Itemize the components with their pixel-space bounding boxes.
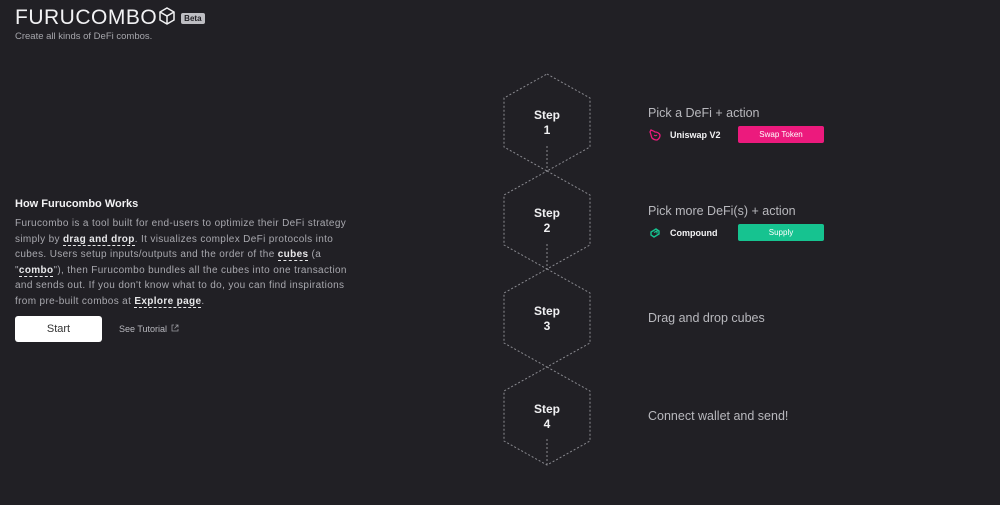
step-2-protocol-row: Compound Supply <box>648 224 824 241</box>
swap-token-button[interactable]: Swap Token <box>738 126 824 143</box>
compound-icon <box>648 226 662 240</box>
step-1-label: Step 1 <box>502 108 592 138</box>
uniswap-protocol-name: Uniswap V2 <box>670 129 721 140</box>
step-3-description: Drag and drop cubes <box>648 311 765 325</box>
step-2-label: Step 2 <box>502 206 592 236</box>
step-1-description: Pick a DeFi + action <box>648 106 760 120</box>
step-word: Step <box>533 304 560 318</box>
step-word: Step <box>533 402 560 416</box>
steps-cubes-diagram <box>503 73 591 466</box>
uniswap-unicorn-icon <box>648 128 662 142</box>
supply-button[interactable]: Supply <box>738 224 824 241</box>
step-3-label: Step 3 <box>502 304 592 334</box>
step-4-label: Step 4 <box>502 402 592 432</box>
step-2-description: Pick more DeFi(s) + action <box>648 204 796 218</box>
step-number: 3 <box>543 319 551 333</box>
step-number: 1 <box>543 123 551 137</box>
step-1-protocol-row: Uniswap V2 Swap Token <box>648 126 824 143</box>
step-word: Step <box>533 108 560 122</box>
step-number: 4 <box>543 417 551 431</box>
step-number: 2 <box>543 221 551 235</box>
step-word: Step <box>533 206 560 220</box>
compound-protocol-name: Compound <box>670 227 718 238</box>
step-4-description: Connect wallet and send! <box>648 409 789 423</box>
